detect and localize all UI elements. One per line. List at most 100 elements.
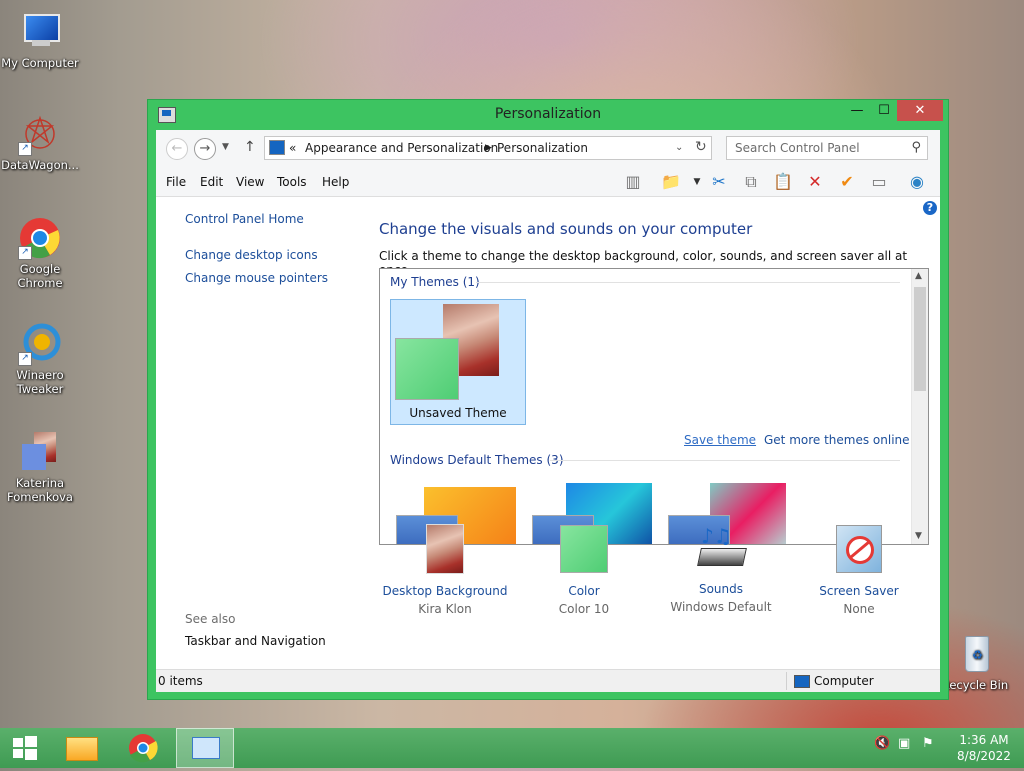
screen-saver-icon bbox=[836, 525, 882, 573]
sounds-setting[interactable]: ♪♫ Sounds Windows Default bbox=[656, 524, 786, 614]
address-field[interactable]: « Appearance and Personalization ▶ Perso… bbox=[264, 136, 712, 160]
back-button[interactable]: ← bbox=[166, 138, 188, 160]
themes-scrollbar[interactable]: ▲ ▼ bbox=[911, 269, 928, 544]
save-theme-link[interactable]: Save theme bbox=[684, 433, 756, 447]
folder-icon bbox=[66, 737, 98, 761]
menu-bar: File Edit View Tools Help ▥ 📁 ▼ ✂ ⧉ 📋 ✕ … bbox=[156, 168, 940, 197]
setting-value: Color 10 bbox=[558, 602, 610, 616]
control-panel-icon bbox=[192, 737, 220, 759]
setting-value: Kira Klon bbox=[418, 602, 472, 616]
address-toolbar: ← → ▼ ↑ « Appearance and Personalization… bbox=[156, 130, 940, 169]
refresh-icon[interactable]: ↻ bbox=[695, 139, 707, 155]
taskbar-control-panel[interactable] bbox=[176, 728, 234, 768]
network-icon[interactable]: ▣ bbox=[898, 736, 910, 751]
desktop-icon-label: Google Chrome bbox=[17, 262, 63, 290]
menu-file[interactable]: File bbox=[166, 175, 186, 189]
theme-label: Unsaved Theme bbox=[409, 406, 507, 420]
address-dropdown-icon[interactable]: ⌄ bbox=[675, 142, 683, 153]
layout-pane-icon[interactable]: ▥ bbox=[622, 172, 644, 192]
setting-label[interactable]: Color bbox=[519, 584, 649, 598]
default-themes-title: Windows Default Themes (3) bbox=[390, 453, 564, 467]
group-divider bbox=[550, 460, 900, 461]
desktop-icon-label: My Computer bbox=[1, 56, 79, 70]
group-divider bbox=[476, 282, 900, 283]
close-button[interactable]: ✕ bbox=[897, 100, 943, 121]
recent-locations-chevron-icon[interactable]: ▼ bbox=[222, 142, 229, 152]
scroll-up-icon[interactable]: ▲ bbox=[915, 271, 922, 281]
location-label: Computer bbox=[814, 674, 874, 688]
shortcut-arrow-icon: ↗ bbox=[18, 142, 32, 156]
delete-icon[interactable]: ✕ bbox=[804, 172, 826, 192]
color-setting[interactable]: Color Color 10 bbox=[519, 524, 649, 616]
volume-muted-icon[interactable]: 🔇 bbox=[874, 736, 890, 751]
breadcrumb-item[interactable]: Appearance and Personalization bbox=[305, 141, 498, 155]
setting-label[interactable]: Screen Saver bbox=[794, 584, 924, 598]
theme-unsaved[interactable]: Unsaved Theme bbox=[390, 299, 526, 425]
up-arrow-icon[interactable]: ↑ bbox=[244, 139, 256, 155]
chrome-icon: ↗ bbox=[18, 216, 62, 260]
desktop-icon-datawagon[interactable]: ↗ DataWagon... bbox=[0, 112, 80, 172]
desktop-background-thumbnail bbox=[426, 524, 464, 574]
setting-value: Windows Default bbox=[670, 600, 772, 614]
cut-icon[interactable]: ✂ bbox=[708, 172, 730, 192]
desktop-icon-chrome[interactable]: ↗ Google Chrome bbox=[0, 216, 80, 290]
see-also-title: See also bbox=[185, 612, 236, 626]
globe-icon[interactable]: ◉ bbox=[906, 172, 928, 192]
dropdown-arrow-icon[interactable]: ▼ bbox=[686, 172, 708, 192]
paste-icon[interactable]: 📋 bbox=[772, 172, 794, 192]
properties-check-icon[interactable]: ✔ bbox=[836, 172, 858, 192]
menu-help[interactable]: Help bbox=[322, 175, 349, 189]
windows-logo-icon bbox=[13, 736, 37, 760]
forward-button[interactable]: → bbox=[194, 138, 216, 160]
start-button[interactable] bbox=[0, 728, 50, 768]
menu-tools[interactable]: Tools bbox=[277, 175, 307, 189]
screen-saver-setting[interactable]: Screen Saver None bbox=[794, 524, 924, 616]
desktop-icon-katerina[interactable]: Katerina Fomenkova bbox=[0, 430, 80, 504]
minimize-button[interactable]: — bbox=[842, 100, 872, 121]
clock-time: 1:36 AM bbox=[959, 733, 1009, 747]
folder-options-icon[interactable]: 📁 bbox=[660, 172, 682, 192]
taskbar-file-explorer[interactable] bbox=[58, 728, 104, 768]
window-title: Personalization bbox=[494, 106, 602, 122]
item-count: 0 items bbox=[158, 674, 203, 688]
menu-edit[interactable]: Edit bbox=[200, 175, 223, 189]
page-title: Change the visuals and sounds on your co… bbox=[379, 220, 753, 238]
sidebar-change-mouse-pointers[interactable]: Change mouse pointers bbox=[185, 271, 328, 285]
sidebar-control-panel-home[interactable]: Control Panel Home bbox=[185, 212, 304, 226]
datawagon-icon: ↗ bbox=[18, 112, 62, 156]
sidebar-taskbar-navigation[interactable]: Taskbar and Navigation bbox=[185, 634, 326, 648]
recycle-bin-icon: ♻ bbox=[953, 632, 997, 676]
computer-icon bbox=[18, 10, 62, 54]
search-input[interactable]: Search Control Panel ⚲ bbox=[726, 136, 928, 160]
setting-label[interactable]: Desktop Background bbox=[380, 584, 510, 598]
maximize-button[interactable]: ☐ bbox=[869, 100, 899, 121]
taskbar: 🔇 ▣ ⚑ 1:36 AM 8/8/2022 bbox=[0, 728, 1024, 768]
desktop-background-setting[interactable]: Desktop Background Kira Klon bbox=[380, 524, 510, 616]
breadcrumb-item[interactable]: Personalization bbox=[497, 141, 588, 155]
clock[interactable]: 1:36 AM 8/8/2022 bbox=[948, 732, 1020, 764]
menu-view[interactable]: View bbox=[236, 175, 264, 189]
rename-icon[interactable]: ▭ bbox=[868, 172, 890, 192]
sounds-icon: ♪♫ bbox=[697, 524, 747, 572]
action-center-flag-icon[interactable]: ⚑ bbox=[922, 736, 934, 751]
desktop-icon-winaero[interactable]: ↗ Winaero Tweaker bbox=[0, 322, 80, 396]
scrollbar-thumb[interactable] bbox=[914, 287, 926, 391]
title-bar[interactable]: Personalization — ☐ ✕ bbox=[148, 100, 948, 130]
get-more-themes-link[interactable]: Get more themes online bbox=[764, 433, 910, 447]
status-divider bbox=[786, 672, 787, 690]
desktop-icon-my-computer[interactable]: My Computer bbox=[0, 10, 80, 70]
themes-list[interactable]: My Themes (1) Unsaved Theme Save theme G… bbox=[379, 268, 929, 545]
copy-icon[interactable]: ⧉ bbox=[740, 172, 762, 192]
search-icon[interactable]: ⚲ bbox=[911, 140, 921, 155]
sidebar-change-desktop-icons[interactable]: Change desktop icons bbox=[185, 248, 318, 262]
winaero-icon: ↗ bbox=[18, 322, 62, 366]
theme-color-swatch bbox=[395, 338, 459, 400]
search-placeholder: Search Control Panel bbox=[735, 141, 860, 155]
help-icon[interactable]: ? bbox=[923, 201, 937, 215]
desktop-icon-label: DataWagon... bbox=[1, 158, 79, 172]
computer-icon bbox=[794, 675, 810, 688]
setting-label[interactable]: Sounds bbox=[656, 582, 786, 596]
desktop-icon-label: Recycle Bin bbox=[941, 678, 1009, 692]
shortcut-arrow-icon: ↗ bbox=[18, 352, 32, 366]
taskbar-chrome[interactable] bbox=[120, 728, 166, 768]
